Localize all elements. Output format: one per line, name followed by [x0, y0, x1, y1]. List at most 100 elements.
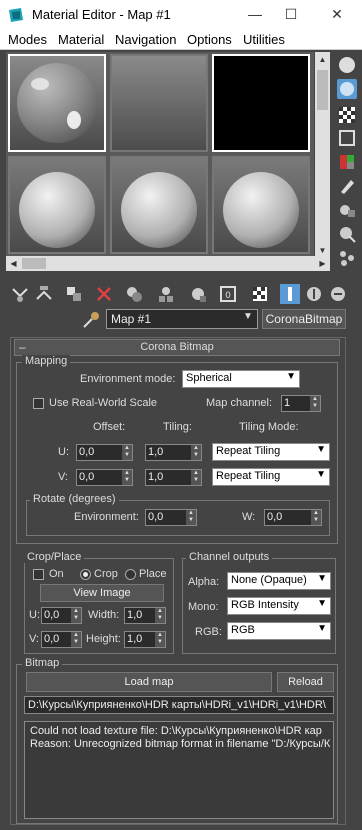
mono-select[interactable]: RGB Intensity ▼: [227, 597, 331, 615]
select-by-material-icon[interactable]: [337, 224, 357, 244]
put-material-to-scene-icon[interactable]: [34, 284, 54, 304]
spinner-arrows-icon[interactable]: ▲ ▼: [155, 608, 165, 623]
reset-map-icon[interactable]: [94, 284, 114, 304]
material-map-navigator-icon[interactable]: [337, 248, 357, 268]
crop-v-spinner[interactable]: 0,0 ▲ ▼: [41, 631, 82, 648]
v-tiling-mode-select[interactable]: Repeat Tiling ▼: [212, 468, 330, 486]
map-type-button[interactable]: CoronaBitmap: [262, 309, 346, 329]
map-channel-spinner[interactable]: 1 ▲ ▼: [281, 395, 321, 412]
copy-material-icon[interactable]: [124, 284, 144, 304]
menu-utilities[interactable]: Utilities: [243, 32, 285, 47]
options-icon[interactable]: [337, 200, 357, 220]
chevron-down-icon[interactable]: ▼: [317, 623, 327, 634]
assign-material-icon[interactable]: [64, 284, 84, 304]
spinner-arrows-icon[interactable]: ▲ ▼: [122, 445, 132, 460]
chevron-down-icon[interactable]: ▼: [286, 371, 296, 382]
rollout-header[interactable]: – Corona Bitmap: [14, 339, 340, 356]
spinner-arrows-icon[interactable]: ▲ ▼: [311, 510, 321, 525]
video-color-check-icon[interactable]: [337, 152, 357, 172]
spinner-arrows-icon[interactable]: ▲ ▼: [186, 510, 196, 525]
sample-vertical-scrollbar[interactable]: ▲ ▼: [315, 52, 330, 258]
pick-material-eyedropper-icon[interactable]: [80, 309, 102, 329]
spinner-arrows-icon[interactable]: ▲ ▼: [71, 632, 81, 647]
menu-material[interactable]: Material: [58, 32, 104, 47]
u-offset-spinner[interactable]: 0,0 ▲ ▼: [76, 444, 133, 461]
sample-slot-5[interactable]: [110, 156, 208, 254]
spinner-arrows-icon[interactable]: ▲ ▼: [71, 608, 81, 623]
crop-height-spinner[interactable]: 1,0 ▲ ▼: [124, 631, 166, 648]
chevron-down-icon[interactable]: ▼: [316, 469, 326, 480]
rotate-env-spinner[interactable]: 0,0 ▲ ▼: [145, 509, 197, 526]
scroll-thumb[interactable]: [22, 258, 46, 269]
env-mode-label: Environment mode:: [80, 373, 176, 385]
tiling-mode-label: Tiling Mode:: [239, 421, 299, 433]
spinner-arrows-icon[interactable]: ▲ ▼: [122, 470, 132, 485]
reload-button[interactable]: Reload: [277, 672, 334, 692]
v-offset-spinner[interactable]: 0,0 ▲ ▼: [76, 469, 133, 486]
crop-width-value: 1,0: [127, 609, 143, 621]
sample-horizontal-scrollbar[interactable]: ◀ ▶: [6, 256, 330, 271]
show-shaded-map-icon[interactable]: [250, 284, 270, 304]
u-tiling-value: 1,0: [148, 446, 164, 458]
crop-radio[interactable]: [80, 569, 91, 580]
alpha-value: None (Opaque): [231, 574, 307, 586]
menu-options[interactable]: Options: [187, 32, 232, 47]
sample-uv-tiling-icon[interactable]: [337, 128, 357, 148]
menu-modes[interactable]: Modes: [8, 32, 47, 47]
crop-radio-label: Crop: [94, 568, 118, 580]
crop-u-value: 0,0: [44, 609, 60, 621]
get-material-icon[interactable]: [10, 284, 30, 304]
backlight-icon[interactable]: [337, 79, 357, 99]
v-offset-value: 0,0: [79, 471, 95, 483]
close-button[interactable]: ✕: [322, 3, 352, 27]
background-checker-icon[interactable]: [337, 105, 357, 125]
bitmap-path-field[interactable]: D:\Курсы\Куприяненко\HDR карты\HDRi_v1\H…: [24, 696, 334, 714]
go-to-parent-icon[interactable]: [304, 284, 324, 304]
u-tiling-mode-select[interactable]: Repeat Tiling ▼: [212, 443, 330, 461]
minimize-button[interactable]: —: [240, 3, 270, 27]
make-preview-icon[interactable]: [337, 176, 357, 196]
v-tiling-spinner[interactable]: 1,0 ▲ ▼: [145, 469, 202, 486]
chevron-down-icon[interactable]: ▼: [316, 444, 326, 455]
rotate-w-spinner[interactable]: 0,0 ▲ ▼: [264, 509, 322, 526]
sample-slot-3[interactable]: [212, 54, 310, 152]
make-unique-icon[interactable]: [156, 284, 176, 304]
spinner-arrows-icon[interactable]: ▲ ▼: [191, 445, 201, 460]
real-world-scale-checkbox[interactable]: [33, 398, 44, 409]
show-end-result-icon[interactable]: [280, 284, 300, 304]
crop-on-checkbox[interactable]: [33, 569, 44, 580]
chevron-down-icon[interactable]: ▼: [241, 311, 255, 327]
map-name-value: Map #1: [111, 312, 152, 326]
sample-slot-6[interactable]: [212, 156, 310, 254]
scroll-right-icon[interactable]: ▶: [315, 256, 330, 271]
crop-u-spinner[interactable]: 0,0 ▲ ▼: [41, 607, 82, 624]
view-image-button[interactable]: View Image: [40, 584, 164, 602]
put-to-library-icon[interactable]: [188, 284, 208, 304]
scroll-left-icon[interactable]: ◀: [6, 256, 21, 271]
alpha-select[interactable]: None (Opaque) ▼: [227, 572, 331, 590]
env-mode-select[interactable]: Spherical ▼: [182, 370, 300, 388]
place-radio[interactable]: [125, 569, 136, 580]
sample-type-icon[interactable]: [337, 55, 357, 75]
sample-slot-4[interactable]: [8, 156, 106, 254]
go-forward-to-sibling-icon[interactable]: [328, 284, 348, 304]
spinner-arrows-icon[interactable]: ▲ ▼: [310, 396, 320, 411]
chevron-down-icon[interactable]: ▼: [317, 573, 327, 584]
alpha-label: Alpha:: [188, 576, 220, 588]
sample-slot-2[interactable]: [110, 54, 208, 152]
spinner-arrows-icon[interactable]: ▲ ▼: [155, 632, 165, 647]
crop-height-label: Height:: [86, 633, 121, 645]
menu-navigation[interactable]: Navigation: [115, 32, 176, 47]
chevron-down-icon[interactable]: ▼: [317, 598, 327, 609]
sample-slot-1[interactable]: [8, 54, 106, 152]
material-id-channel-icon[interactable]: 0: [218, 284, 238, 304]
spinner-arrows-icon[interactable]: ▲ ▼: [191, 470, 201, 485]
crop-width-spinner[interactable]: 1,0 ▲ ▼: [124, 607, 166, 624]
map-name-select[interactable]: Map #1 ▼: [106, 309, 258, 329]
rgb-select[interactable]: RGB ▼: [227, 622, 331, 640]
scroll-thumb[interactable]: [317, 70, 328, 110]
u-tiling-spinner[interactable]: 1,0 ▲ ▼: [145, 444, 202, 461]
maximize-button[interactable]: ☐: [276, 3, 306, 27]
load-map-button[interactable]: Load map: [26, 672, 272, 692]
scroll-up-icon[interactable]: ▲: [315, 52, 330, 67]
